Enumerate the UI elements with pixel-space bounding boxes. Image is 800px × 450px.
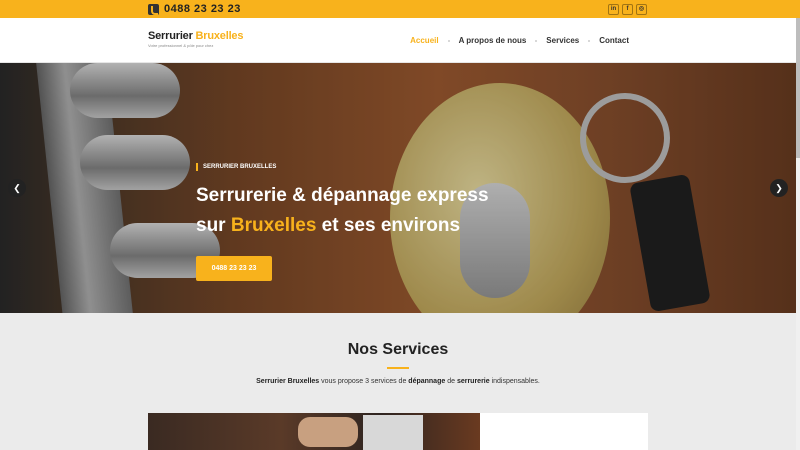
linkedin-icon[interactable]: in	[608, 4, 619, 15]
service-card-hand	[298, 417, 358, 447]
logo-text-dark: Serrurier	[148, 30, 196, 42]
services-desc-text-3: indispensables.	[489, 378, 540, 385]
nav-a-propos[interactable]: A propos de nous	[450, 36, 536, 45]
services-desc-text-2: de	[445, 378, 457, 385]
service-card-body	[480, 413, 648, 450]
hero-title-accent: Bruxelles	[230, 215, 317, 236]
top-phone-number[interactable]: 0488 23 23 23	[164, 3, 241, 15]
service-card-image[interactable]	[148, 413, 480, 450]
hero-title-line2: sur Bruxelles et ses environs	[196, 211, 536, 241]
logo-text-accent: Bruxelles	[195, 30, 244, 42]
services-desc-bold-2: dépannage	[408, 378, 446, 385]
services-description: Serrurier Bruxelles vous propose 3 servi…	[0, 378, 796, 385]
facebook-icon[interactable]: f	[622, 4, 633, 15]
hero-title-pre: sur	[196, 215, 231, 236]
nav-accueil[interactable]: Accueil	[401, 36, 447, 45]
services-desc-text-1: vous propose 3 services de	[319, 378, 409, 385]
scrollbar-thumb[interactable]	[796, 18, 800, 158]
top-phone[interactable]: 0488 23 23 23	[148, 2, 241, 16]
nav-services[interactable]: Services	[537, 36, 588, 45]
services-desc-bold-3: serrurerie	[456, 378, 490, 385]
hero-title-post: et ses environs	[316, 215, 461, 236]
chevron-right-icon[interactable]: ❯	[770, 179, 788, 197]
services-title: Nos Services	[347, 341, 449, 358]
logo-tagline: Votre professionnel & pôle pour chez	[148, 43, 214, 48]
hero-title-line1: Serrurerie & dépannage express	[196, 185, 489, 206]
services-divider	[387, 367, 409, 369]
services-desc-bold-1: Serrurier Bruxelles	[256, 378, 320, 385]
instagram-icon[interactable]: ◎	[636, 4, 647, 15]
site-header: Serrurier Bruxelles Votre professionnel …	[0, 18, 796, 63]
hero-title: Serrurerie & dépannage express sur Bruxe…	[196, 181, 536, 241]
phone-icon	[148, 3, 159, 15]
social-links: in f ◎	[608, 4, 647, 15]
logo-text: Serrurier Bruxelles	[148, 30, 243, 42]
nav-contact[interactable]: Contact	[590, 36, 638, 45]
top-bar: 0488 23 23 23 in f ◎	[0, 0, 800, 18]
service-card-lock	[363, 415, 423, 450]
hero-call-button[interactable]: 0488 23 23 23	[196, 256, 272, 281]
main-nav: Accueil A propos de nous Services Contac…	[401, 18, 638, 63]
hero-tagline: SERRURIER BRUXELLES	[196, 163, 276, 171]
site-logo[interactable]: Serrurier Bruxelles Votre professionnel …	[148, 30, 243, 48]
chevron-left-icon[interactable]: ❮	[8, 179, 26, 197]
services-section: Nos Services Serrurier Bruxelles vous pr…	[0, 313, 796, 450]
page-scrollbar[interactable]	[796, 18, 800, 450]
hero-slider: SERRURIER BRUXELLES Serrurerie & dépanna…	[0, 63, 796, 313]
